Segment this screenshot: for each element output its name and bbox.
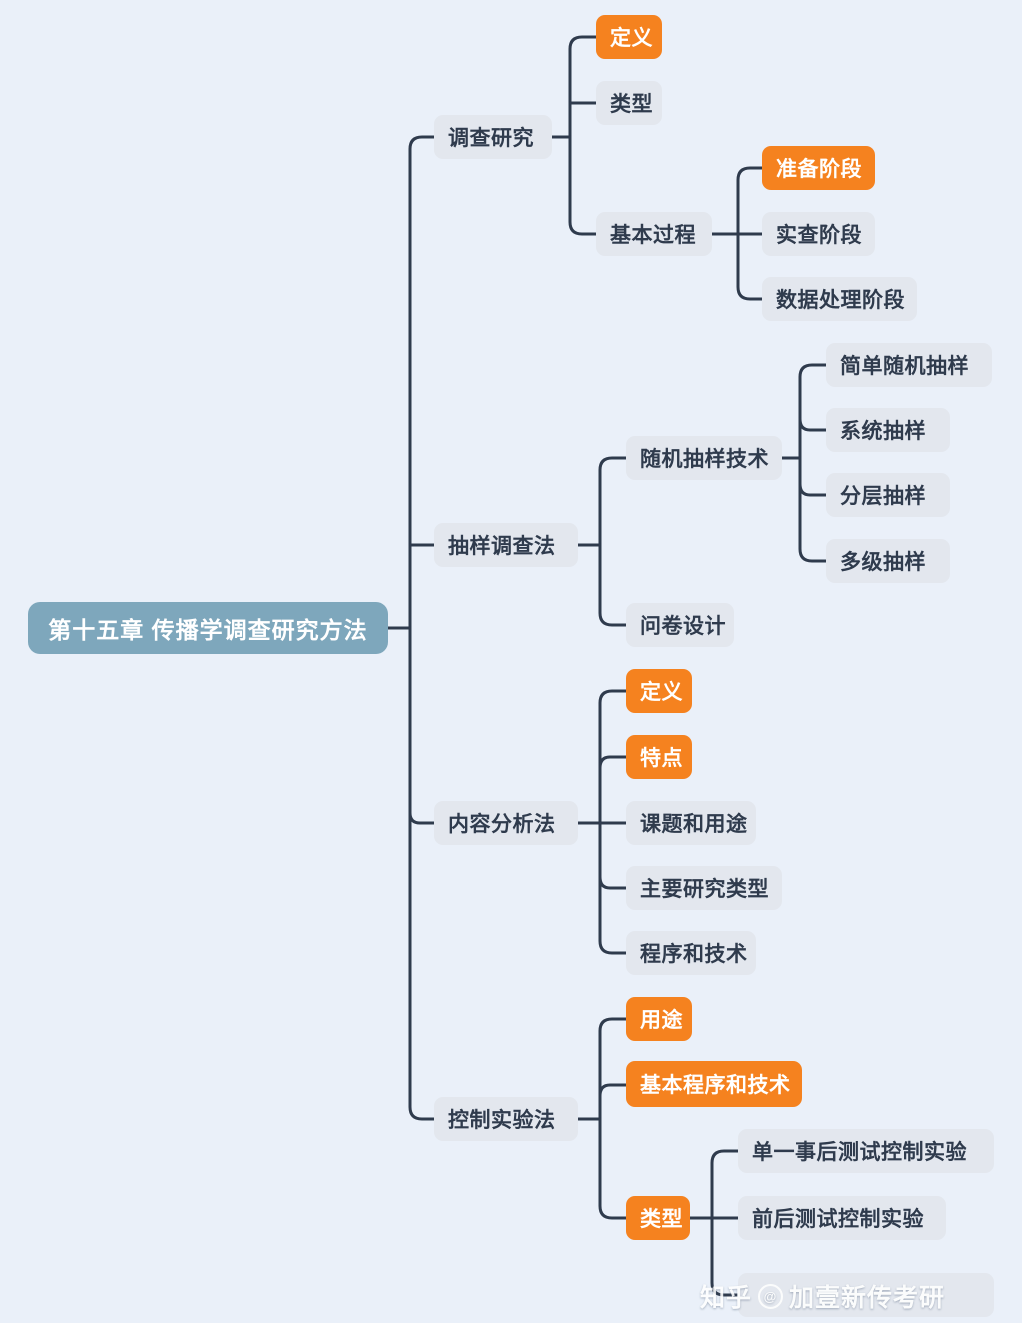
- node-label: 简单随机抽样: [840, 355, 969, 378]
- node-suijichouyangjishu[interactable]: 随机抽样技术: [626, 436, 782, 480]
- node-jibenchengxuhejishu[interactable]: 基本程序和技术: [626, 1061, 802, 1107]
- node-neirongfenxifa-dingyi[interactable]: 定义: [626, 669, 692, 713]
- node-jibenguocheng[interactable]: 基本过程: [596, 212, 712, 256]
- node-neirongfenxifa-tedian[interactable]: 特点: [626, 735, 692, 779]
- node-label: 定义: [610, 27, 653, 50]
- node-shujuchulijieduan[interactable]: 数据处理阶段: [762, 277, 917, 321]
- node-label: 类型: [610, 93, 653, 116]
- node-label: 前后测试控制实验: [752, 1208, 924, 1231]
- node-label: 控制实验法: [448, 1109, 556, 1132]
- node-jiandansuijichouyang[interactable]: 简单随机抽样: [826, 343, 992, 387]
- node-leixing-child-3-cropped[interactable]: [738, 1273, 994, 1317]
- node-wenjuansheji[interactable]: 问卷设计: [626, 603, 734, 647]
- node-label: 程序和技术: [640, 943, 748, 966]
- node-label: 多级抽样: [840, 551, 926, 574]
- node-label: 系统抽样: [840, 420, 926, 443]
- node-label: 定义: [640, 681, 683, 704]
- mindmap-canvas: 第十五章 传播学调查研究方法 调查研究 定义 类型 基本过程 准备阶段 实查阶段…: [0, 0, 1022, 1323]
- node-neirongfenxifa[interactable]: 内容分析法: [434, 801, 578, 845]
- node-label: 实查阶段: [776, 224, 862, 247]
- node-duojichouyang[interactable]: 多级抽样: [826, 539, 950, 583]
- node-label: 用途: [640, 1009, 683, 1032]
- node-label: 抽样调查法: [448, 535, 556, 558]
- node-chengxuhejishu[interactable]: 程序和技术: [626, 931, 756, 975]
- node-zhunbeijieduan[interactable]: 准备阶段: [762, 146, 875, 190]
- node-label: 分层抽样: [840, 485, 926, 508]
- node-label: 课题和用途: [640, 813, 748, 836]
- node-label: 特点: [640, 747, 683, 770]
- mindmap-root-label: 第十五章 传播学调查研究方法: [48, 617, 368, 643]
- node-label: 内容分析法: [448, 813, 556, 836]
- mindmap-root-node[interactable]: 第十五章 传播学调查研究方法: [28, 602, 388, 654]
- node-kongzhishiyanfa[interactable]: 控制实验法: [434, 1097, 578, 1141]
- node-label: 基本程序和技术: [640, 1074, 791, 1097]
- node-chouyangdiaochafa[interactable]: 抽样调查法: [434, 523, 578, 567]
- node-fencengchouyang[interactable]: 分层抽样: [826, 473, 950, 517]
- node-label: 问卷设计: [640, 615, 726, 638]
- node-danyishihouceshikongzhishiyan[interactable]: 单一事后测试控制实验: [738, 1129, 994, 1173]
- node-qianhouceshikongzhishiyan[interactable]: 前后测试控制实验: [738, 1196, 946, 1240]
- node-zhuyaoyanjiuleixing[interactable]: 主要研究类型: [626, 866, 782, 910]
- node-diaochayanjiu[interactable]: 调查研究: [434, 115, 552, 159]
- node-label: 随机抽样技术: [640, 448, 769, 471]
- node-label: 基本过程: [610, 224, 696, 247]
- node-yongtu[interactable]: 用途: [626, 997, 692, 1041]
- node-ketiheyongtu[interactable]: 课题和用途: [626, 801, 756, 845]
- node-diaochayanjiu-dingyi[interactable]: 定义: [596, 15, 662, 59]
- node-label: 单一事后测试控制实验: [752, 1141, 967, 1164]
- node-label: 数据处理阶段: [776, 289, 905, 312]
- node-label: 调查研究: [448, 127, 534, 150]
- node-diaochayanjiu-leixing[interactable]: 类型: [596, 81, 662, 125]
- node-label: 类型: [640, 1208, 683, 1231]
- node-kongzhishiyanfa-leixing[interactable]: 类型: [626, 1196, 690, 1240]
- node-label: 主要研究类型: [640, 878, 769, 901]
- node-label: 准备阶段: [776, 158, 862, 181]
- node-shichajieduan[interactable]: 实查阶段: [762, 212, 875, 256]
- node-xitongchouyang[interactable]: 系统抽样: [826, 408, 950, 452]
